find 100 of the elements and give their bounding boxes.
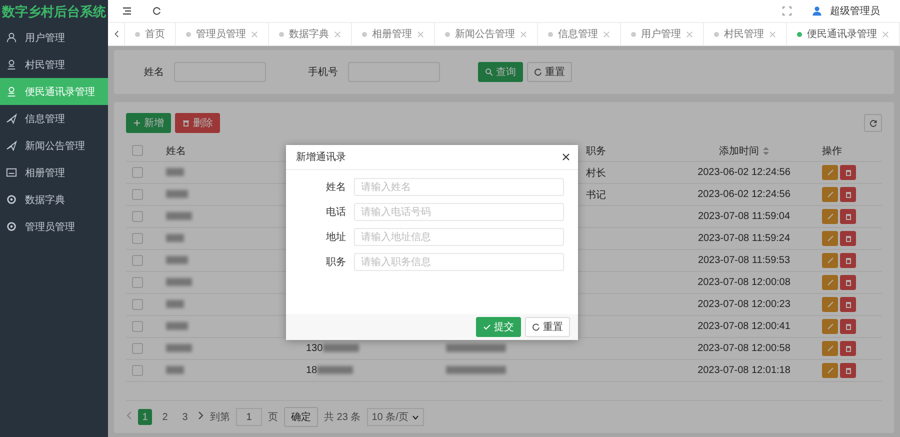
edit-button[interactable]: [822, 363, 838, 378]
add-button[interactable]: 新增: [126, 113, 171, 133]
edit-button[interactable]: [822, 275, 838, 290]
confirm-button[interactable]: 确定: [284, 407, 318, 427]
checkbox[interactable]: [132, 365, 143, 376]
sidebar-item[interactable]: 数据字典: [0, 186, 108, 213]
edit-button[interactable]: [822, 297, 838, 312]
submit-button[interactable]: 提交: [476, 317, 521, 337]
field-label: 手机号: [307, 66, 338, 79]
user-name[interactable]: 超级管理员: [830, 4, 880, 18]
checkbox[interactable]: [132, 145, 143, 156]
delete-button[interactable]: [840, 209, 856, 224]
menu-icon[interactable]: [122, 6, 132, 16]
tab[interactable]: 用户管理: [621, 23, 704, 45]
avatar-icon[interactable]: [812, 6, 822, 16]
page-size-select[interactable]: 10 条/页: [366, 408, 424, 426]
tab[interactable]: 信息管理: [538, 23, 621, 45]
sidebar-item[interactable]: 村民管理: [0, 51, 108, 78]
table-cell: 130: [306, 343, 323, 354]
edit-button[interactable]: [822, 253, 838, 268]
table-cell: 2023-06-02 12:24:56: [698, 189, 790, 200]
page-button[interactable]: 2: [158, 409, 172, 425]
search-button[interactable]: 查询: [478, 62, 523, 82]
edit-button[interactable]: [822, 319, 838, 334]
gear-icon: [6, 221, 17, 232]
edit-button[interactable]: [822, 165, 838, 180]
tab[interactable]: 管理员管理: [176, 23, 269, 45]
trash-icon: [844, 367, 852, 374]
refresh-icon: [534, 68, 542, 76]
input-field[interactable]: 请输入电话号码: [354, 203, 564, 221]
table-cell: 2023-07-08 12:00:41: [698, 321, 790, 332]
page-button[interactable]: 3: [178, 409, 192, 425]
page-input[interactable]: 1: [236, 408, 262, 426]
table-cell: 2023-07-08 12:00:23: [698, 299, 790, 310]
pencil-icon: [826, 279, 834, 286]
reset-button[interactable]: 重置: [525, 317, 570, 337]
delete-button[interactable]: [840, 253, 856, 268]
trash-icon: [844, 213, 852, 220]
fullscreen-icon[interactable]: [782, 6, 792, 16]
checkbox[interactable]: [132, 189, 143, 200]
page-button[interactable]: 1: [138, 409, 152, 425]
column-header[interactable]: 添加时间: [719, 144, 769, 158]
checkbox[interactable]: [132, 321, 143, 332]
delete-button[interactable]: [840, 275, 856, 290]
sort-icon[interactable]: [763, 146, 769, 155]
sidebar-item[interactable]: 信息管理: [0, 105, 108, 132]
sidebar-item[interactable]: 管理员管理: [0, 213, 108, 240]
field-label: 姓名: [325, 181, 346, 194]
page-unit: 页: [268, 411, 278, 424]
input-field[interactable]: 请输入职务信息: [354, 253, 564, 271]
refresh-icon[interactable]: [152, 6, 162, 16]
blurred-text: [166, 278, 192, 286]
tab[interactable]: 村民管理: [704, 23, 787, 45]
edit-button[interactable]: [822, 341, 838, 356]
delete-button[interactable]: 删除: [175, 113, 220, 133]
delete-button[interactable]: [840, 319, 856, 334]
trash-icon: [182, 119, 190, 127]
refresh-icon: [868, 118, 878, 128]
delete-button[interactable]: [840, 165, 856, 180]
sidebar-item[interactable]: 用户管理: [0, 24, 108, 51]
refresh-button[interactable]: [864, 114, 882, 132]
blurred-text: [166, 300, 184, 308]
checkbox[interactable]: [132, 277, 143, 288]
close-icon[interactable]: [562, 153, 570, 161]
check-icon: [483, 323, 491, 331]
edit-button[interactable]: [822, 187, 838, 202]
edit-button[interactable]: [822, 231, 838, 246]
field-label: 职务: [325, 256, 346, 269]
chevron-left-icon[interactable]: [114, 30, 118, 38]
tab[interactable]: 数据字典: [269, 23, 352, 45]
delete-button[interactable]: [840, 341, 856, 356]
checkbox[interactable]: [132, 211, 143, 222]
blurred-text: [166, 168, 184, 176]
pencil-icon: [826, 191, 834, 198]
picture-frame-icon: [6, 167, 17, 178]
tab[interactable]: 首页: [125, 23, 176, 45]
edit-button[interactable]: [822, 209, 838, 224]
delete-button[interactable]: [840, 363, 856, 378]
input-field[interactable]: 请输入地址信息: [354, 228, 564, 246]
delete-button[interactable]: [840, 231, 856, 246]
checkbox[interactable]: [132, 167, 143, 178]
checkbox[interactable]: [132, 233, 143, 244]
sidebar-item[interactable]: 相册管理: [0, 159, 108, 186]
tab[interactable]: 相册管理: [352, 23, 435, 45]
tab[interactable]: 新闻公告管理: [435, 23, 538, 45]
tab[interactable]: 便民通讯录管理: [787, 23, 900, 45]
table-cell: 村长: [586, 168, 606, 178]
checkbox[interactable]: [132, 343, 143, 354]
delete-button[interactable]: [840, 297, 856, 312]
trash-icon: [844, 323, 852, 330]
checkbox[interactable]: [132, 255, 143, 266]
blurred-text: [166, 366, 184, 374]
search-button[interactable]: 重置: [527, 62, 572, 82]
delete-button[interactable]: [840, 187, 856, 202]
sidebar-item[interactable]: 新闻公告管理: [0, 132, 108, 159]
table-cell: 2023-07-08 12:01:18: [698, 365, 790, 376]
checkbox[interactable]: [132, 299, 143, 310]
input-field[interactable]: 请输入姓名: [354, 178, 564, 196]
sidebar-item[interactable]: 便民通讯录管理: [0, 78, 108, 105]
blurred-text: [317, 366, 354, 374]
